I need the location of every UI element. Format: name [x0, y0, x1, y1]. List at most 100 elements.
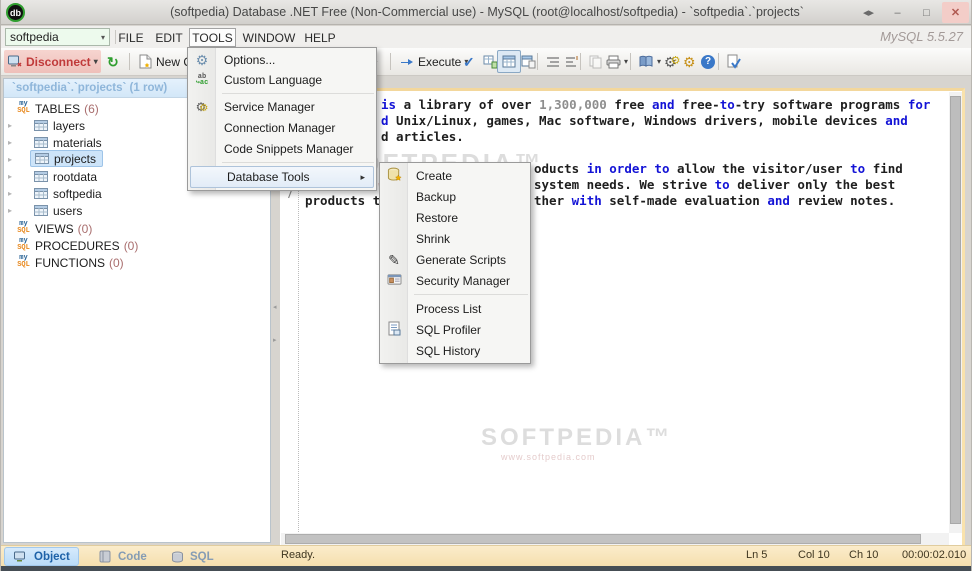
table-page-button[interactable] [517, 50, 539, 73]
check-icon: ✓ [463, 53, 475, 70]
menu-item-label: Process List [416, 301, 482, 316]
print-button[interactable]: ▾ [602, 50, 631, 73]
help-button[interactable]: ? [698, 50, 718, 73]
submenu-item-backup[interactable]: Backup [380, 186, 530, 207]
menu-item-label: Shrink [416, 231, 451, 246]
tree-section-procedures[interactable]: my SQL PROCEDURES (0) [3, 237, 269, 254]
submenu-item-security-manager[interactable]: Security Manager [380, 270, 530, 291]
submenu-item-sql-history[interactable]: SQL History [380, 340, 530, 361]
code-line: system needs. We strive to deliver only … [534, 177, 896, 192]
database-create-icon [385, 167, 403, 185]
profiler-document-icon [385, 321, 403, 339]
tab-sql[interactable]: SQL [161, 547, 222, 566]
divider [537, 53, 538, 70]
tab-object[interactable]: Object [4, 547, 79, 566]
tree-count: (6) [84, 101, 99, 116]
grid-add-icon [482, 54, 498, 70]
submenu-item-shrink[interactable]: Shrink [380, 228, 530, 249]
expand-arrow-icon[interactable]: ▸ [8, 138, 12, 147]
menu-item-label: Backup [416, 189, 457, 204]
expand-arrow-icon[interactable]: ▸ [8, 206, 12, 215]
tree-section-views[interactable]: my SQL VIEWS (0) [3, 220, 269, 237]
gutter-separator [298, 188, 299, 532]
submenu-item-generate-scripts[interactable]: ✎ Generate Scripts [380, 249, 530, 270]
menu-item-label: Connection Manager [224, 120, 336, 135]
minimize-button[interactable]: – [884, 2, 911, 23]
tree-label: TABLES [35, 101, 81, 116]
expand-arrow-icon[interactable]: ▸ [8, 155, 12, 164]
options-button[interactable]: ⚙ [680, 50, 699, 73]
table-globe-icon [501, 54, 517, 70]
table-icon [33, 118, 49, 134]
submenu-arrow-icon: ▸ [360, 171, 365, 182]
vertical-scrollbar[interactable] [949, 92, 962, 533]
menu-item-connection-manager[interactable]: Connection Manager [188, 117, 376, 138]
menu-item-label: Code Snippets Manager [224, 141, 354, 156]
database-selector-value: softpedia [10, 30, 59, 44]
table-icon [33, 135, 49, 151]
tree-section-functions[interactable]: my SQL FUNCTIONS (0) [3, 254, 269, 271]
menu-item-code-snippets-manager[interactable]: Code Snippets Manager [188, 138, 376, 159]
menu-file[interactable]: FILE [113, 28, 149, 47]
mysql-version-label: MySQL 5.5.27 [880, 29, 963, 44]
menu-item-label: Security Manager [416, 273, 511, 288]
menu-item-label: Generate Scripts [416, 252, 507, 267]
menu-item-service-manager[interactable]: ⚙⚙ Service Manager [188, 97, 376, 117]
help-book-icon [638, 54, 654, 70]
help-book-button[interactable]: ▾ [635, 50, 664, 73]
menu-item-custom-language[interactable]: ab ↪ac Custom Language [188, 70, 376, 90]
tree-count: (0) [77, 221, 93, 236]
menu-help[interactable]: HELP [301, 28, 339, 47]
divider [580, 53, 581, 70]
submenu-item-sql-profiler[interactable]: SQL Profiler [380, 319, 530, 340]
pane-toggle-button[interactable]: ◂▸ [855, 2, 882, 23]
close-button[interactable]: ✕ [942, 2, 969, 23]
menu-separator [222, 162, 374, 163]
submenu-item-restore[interactable]: Restore [380, 207, 530, 228]
menu-item-label: SQL Profiler [416, 322, 481, 337]
menu-item-label: Create [416, 168, 453, 183]
menu-bar: softpedia ▾ FILE EDIT TOOLS WINDOW HELP … [1, 26, 971, 48]
submenu-item-create[interactable]: Create [380, 165, 530, 186]
menu-item-label: SQL History [416, 343, 481, 358]
window-bottom-edge [1, 566, 971, 571]
watermark-text: SOFTPEDIA™ [481, 424, 673, 451]
divider [129, 53, 130, 70]
tab-code[interactable]: Code [89, 547, 155, 566]
collapse-left-icon[interactable]: ◂ [273, 303, 277, 311]
gear-icon: ⚙ [195, 52, 209, 68]
menu-window[interactable]: WINDOW [241, 28, 297, 47]
computer-icon [7, 54, 23, 70]
menu-item-options[interactable]: ⚙ Options... [188, 50, 376, 70]
mysql-icon: my SQL [17, 220, 30, 235]
code-line: ther with self-made evaluation and revie… [534, 193, 896, 208]
menu-item-label: Database Tools [227, 170, 310, 184]
script-check-button[interactable] [723, 50, 745, 73]
submenu-item-process-list[interactable]: Process List [380, 298, 530, 319]
menu-item-database-tools[interactable]: Database Tools ▸ [190, 166, 374, 188]
menu-tools[interactable]: TOOLS [189, 28, 236, 47]
horizontal-scrollbar-thumb[interactable] [285, 534, 921, 544]
expand-arrow-icon[interactable]: ▸ [8, 189, 12, 198]
horizontal-scrollbar[interactable] [281, 533, 949, 545]
validate-button[interactable]: ✓ [460, 50, 478, 73]
code-tab-icon [97, 549, 113, 565]
menu-edit[interactable]: EDIT [151, 28, 187, 47]
refresh-button[interactable]: ↻ [104, 50, 122, 73]
expand-arrow-icon[interactable]: ▸ [8, 121, 12, 130]
tree-item-users[interactable]: ▸ users [3, 202, 269, 219]
disconnect-button[interactable]: Disconnect ▾ [4, 50, 101, 73]
menu-item-label: Service Manager [224, 100, 315, 114]
disconnect-label: Disconnect [26, 54, 91, 69]
status-bar: Object Code SQL Ready. Ln 5 Col 10 Ch 10… [1, 545, 971, 566]
gears-icon: ⚙⚙ [195, 100, 209, 114]
database-selector[interactable]: softpedia ▾ [5, 28, 110, 46]
vertical-scrollbar-thumb[interactable] [950, 96, 961, 524]
tree-count: (0) [109, 255, 124, 270]
collapse-right-icon[interactable]: ▸ [273, 336, 277, 344]
toolbar: Disconnect ▾ 00:01:35 ↻ New Qu ↷ Execute… [1, 48, 971, 121]
chevron-down-icon: ▾ [93, 57, 98, 66]
expand-arrow-icon[interactable]: ▸ [8, 172, 12, 181]
object-tab-icon [13, 549, 29, 565]
maximize-button[interactable]: □ [913, 2, 940, 23]
